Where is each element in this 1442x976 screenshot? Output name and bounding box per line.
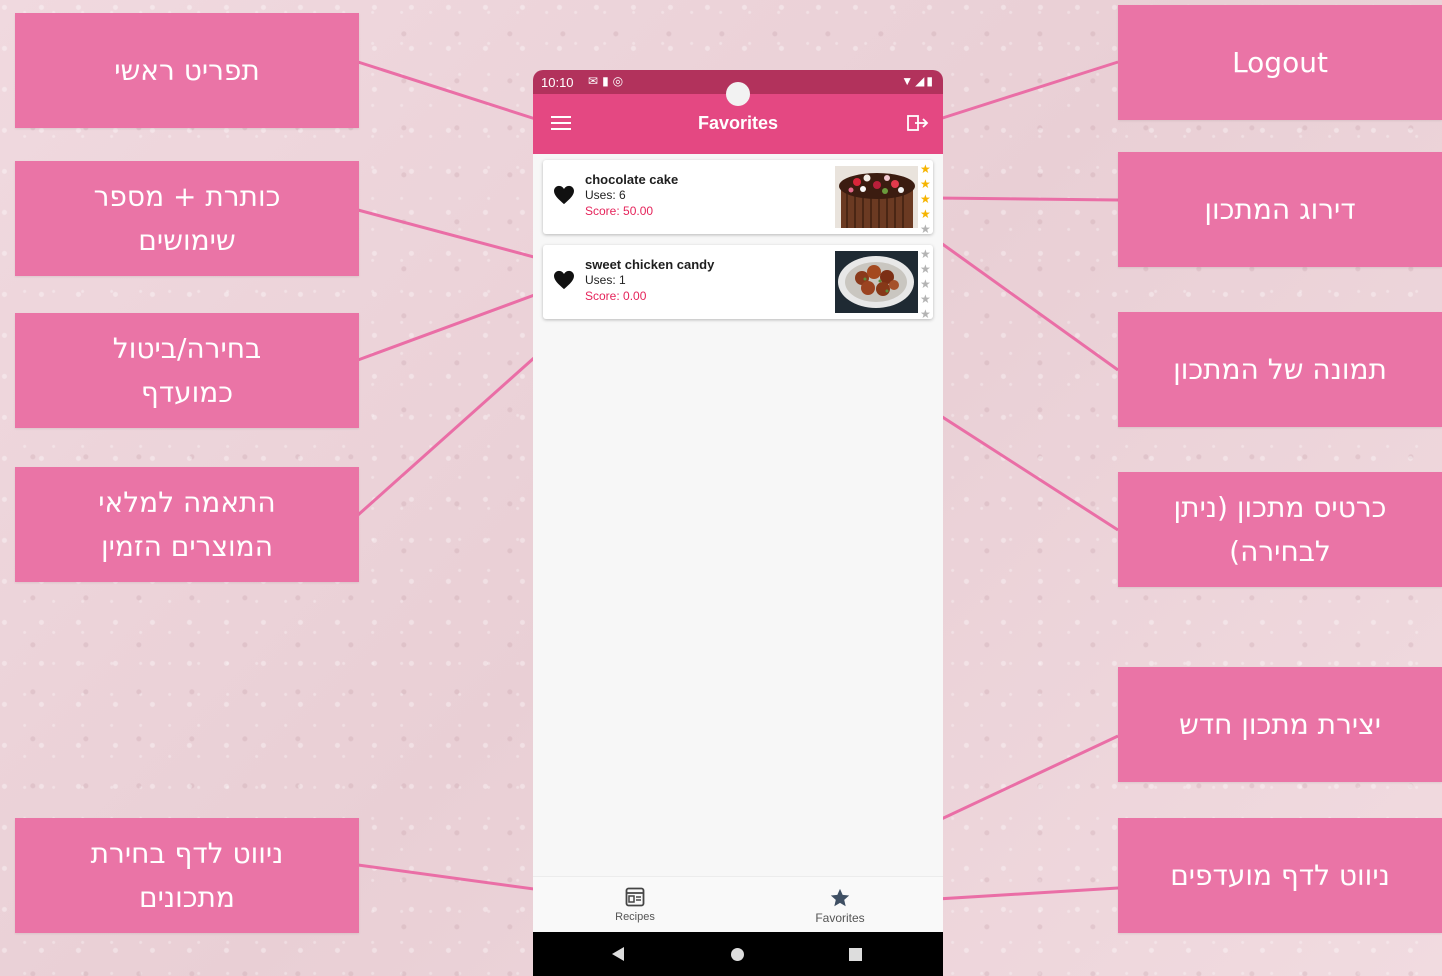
star-icon[interactable]: ★ (920, 177, 932, 192)
callout-nav-recipes-line1: ניווט לדף בחירת (90, 836, 284, 870)
callout-pantry-match-line2: המוצרים הזמין (101, 529, 273, 563)
nav-recipes-label: Recipes (615, 911, 655, 923)
wifi-icon: ▼ (901, 74, 916, 88)
star-icon[interactable]: ★ (920, 192, 932, 207)
recipe-image (835, 166, 918, 228)
status-notification-icons: ✉▮◎ (588, 74, 627, 88)
connector-favorite-toggle (357, 288, 549, 362)
nav-recipes-tab[interactable]: Recipes (575, 877, 695, 933)
callout-rating-text: דירוג המתכון (1204, 192, 1356, 226)
bottom-navigation: Recipes Favorites (533, 876, 943, 932)
callout-new-recipe-text: יצירת מתכון חדש (1178, 707, 1382, 741)
star-icon[interactable]: ★ (920, 162, 932, 177)
battery-icon: ▮ (926, 74, 935, 88)
recipe-score: Score: 0.00 (585, 289, 647, 303)
callout-title-uses-line1: כותרת + מספר (93, 179, 281, 213)
callout-new-recipe: יצירת מתכון חדש (1118, 667, 1442, 782)
callout-main-menu-text: תפריט ראשי (114, 53, 260, 87)
home-icon[interactable] (731, 948, 744, 961)
star-icon[interactable]: ★ (920, 247, 932, 262)
connector-new-recipe (917, 734, 1119, 832)
callout-pantry-match-line1: התאמה למלאי (98, 485, 276, 519)
rating-stars: ★ ★ ★ ★ ★ (920, 247, 932, 322)
star-icon[interactable]: ★ (920, 207, 932, 222)
back-icon[interactable] (612, 947, 624, 961)
star-icon (830, 888, 850, 907)
favorites-list: chocolate cake Uses: 6 Score: 50.00 ★ ★ … (533, 154, 943, 944)
connector-main-menu (357, 60, 549, 125)
system-navigation-bar (533, 932, 943, 976)
callout-nav-recipes-line2: מתכונים (139, 880, 235, 914)
mail-icon: ✉ (588, 74, 603, 88)
status-time: 10:10 (541, 75, 574, 90)
star-icon[interactable]: ★ (920, 292, 932, 307)
recipe-uses: Uses: 6 (585, 188, 626, 202)
connector-logout (929, 60, 1119, 124)
connector-rating (934, 196, 1119, 202)
callout-nav-favorites-text: ניווט לדף מועדפים (1170, 858, 1390, 892)
callout-nav-recipes: ניווט לדף בחירת מתכונים (15, 818, 359, 933)
callout-title-uses-line2: שימושים (138, 223, 236, 257)
nav-favorites-tab[interactable]: Favorites (780, 877, 900, 933)
recipe-image (835, 251, 918, 313)
callout-nav-favorites: ניווט לדף מועדפים (1118, 818, 1442, 933)
callout-logout-text: Logout (1232, 45, 1328, 79)
callout-rating: דירוג המתכון (1118, 152, 1442, 267)
page-title: Favorites (697, 113, 779, 133)
front-camera (726, 82, 750, 106)
sync-icon: ◎ (612, 74, 628, 88)
recipe-card[interactable]: sweet chicken candy Uses: 1 Score: 0.00 … (543, 245, 933, 322)
recipe-card[interactable]: chocolate cake Uses: 6 Score: 50.00 ★ ★ … (543, 160, 933, 237)
sd-card-icon: ▮ (602, 74, 613, 88)
callout-logout: Logout (1118, 5, 1442, 120)
logout-icon[interactable] (907, 114, 929, 132)
recipe-score: Score: 50.00 (585, 204, 654, 218)
callout-recipe-image-text: תמונה של המתכון (1173, 352, 1387, 386)
callout-title-uses: כותרת + מספר שימושים (15, 161, 359, 276)
star-icon[interactable]: ★ (920, 262, 932, 277)
callout-pantry-match: התאמה למלאי המוצרים הזמין (15, 467, 359, 582)
callout-recipe-card-line1: כרטיס מתכון (ניתן (1173, 490, 1387, 524)
callout-recipe-image: תמונה של המתכון (1118, 312, 1442, 427)
recipe-title: sweet chicken candy (585, 257, 715, 272)
phone-screen: 10:10 ✉▮◎ ▼◢▮ Favorites chocolate cake U… (533, 70, 943, 976)
nav-favorites-label: Favorites (815, 911, 865, 925)
callout-recipe-card: כרטיס מתכון (ניתן לבחירה) (1118, 472, 1442, 587)
callout-favorite-toggle-line1: בחירה/ביטול (112, 331, 262, 365)
callout-favorite-toggle-line2: כמועדף (140, 375, 234, 409)
star-icon[interactable]: ★ (920, 277, 932, 292)
heart-icon[interactable] (553, 270, 575, 290)
status-system-icons: ▼◢▮ (901, 74, 935, 88)
star-icon[interactable]: ★ (920, 307, 932, 322)
rating-stars: ★ ★ ★ ★ ★ (920, 162, 932, 237)
callout-recipe-card-line2: לבחירה) (1229, 534, 1331, 568)
recipes-icon (625, 887, 645, 907)
callout-main-menu: תפריט ראשי (15, 13, 359, 128)
recent-apps-icon[interactable] (849, 948, 862, 961)
heart-icon[interactable] (553, 185, 575, 205)
signal-icon: ◢ (915, 74, 927, 88)
star-icon[interactable]: ★ (920, 222, 932, 237)
recipe-title: chocolate cake (585, 172, 679, 187)
recipe-uses: Uses: 1 (585, 273, 626, 287)
callout-favorite-toggle: בחירה/ביטול כמועדף (15, 313, 359, 428)
